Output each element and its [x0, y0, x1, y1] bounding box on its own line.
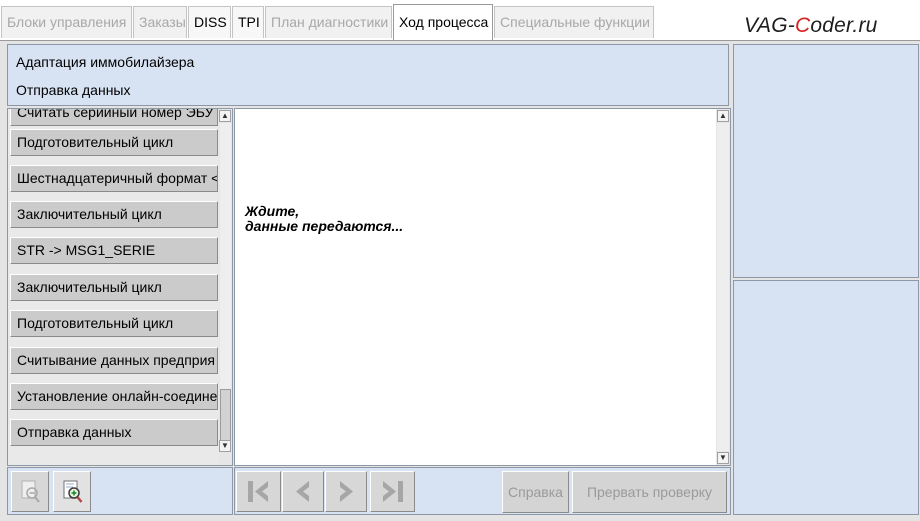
- scroll-up-icon[interactable]: ▲: [717, 110, 729, 122]
- list-item[interactable]: STR -> MSG1_SERIE: [10, 237, 218, 264]
- next-icon: [340, 481, 353, 502]
- scroll-down-icon[interactable]: ▼: [717, 452, 729, 464]
- tab-bar: Блоки управления Заказы DISS TPI План ди…: [0, 0, 920, 42]
- zoom-out-icon: [21, 480, 40, 503]
- current-step-title: Отправка данных: [16, 82, 131, 98]
- message-line-2: данные передаются...: [245, 218, 404, 234]
- list-item[interactable]: Шестнадцатеричный формат <: [10, 165, 218, 192]
- list-item[interactable]: Заключительный цикл: [10, 274, 218, 301]
- next-step-button[interactable]: [325, 471, 367, 512]
- zoom-in-icon: [63, 480, 83, 503]
- zoom-in-button[interactable]: [53, 471, 91, 512]
- function-title: Адаптация иммобилайзера: [16, 54, 195, 70]
- tab-orders[interactable]: Заказы: [133, 6, 187, 38]
- scroll-thumb[interactable]: [220, 389, 231, 447]
- status-message: Ждите, данные передаются...: [245, 204, 403, 234]
- process-header: Адаптация иммобилайзера Отправка данных: [7, 44, 729, 106]
- prev-icon: [296, 481, 309, 502]
- right-info-pane-top: [733, 44, 919, 278]
- skip-last-icon: [383, 481, 403, 502]
- skip-first-icon: [248, 481, 268, 502]
- message-scrollbar[interactable]: ▲ ▼: [716, 109, 730, 465]
- message-line-1: Ждите,: [245, 203, 300, 219]
- list-item[interactable]: Отправка данных: [10, 419, 218, 446]
- tab-control-units[interactable]: Блоки управления: [1, 6, 132, 38]
- tab-tpi[interactable]: TPI: [232, 6, 264, 38]
- scroll-down-icon[interactable]: ▼: [219, 440, 231, 452]
- message-pane: Ждите, данные передаются... ▲ ▼: [234, 108, 731, 466]
- list-item[interactable]: Подготовительный цикл: [10, 129, 218, 156]
- right-info-pane-bottom: [733, 280, 919, 515]
- zoom-out-button[interactable]: [11, 471, 49, 512]
- list-item[interactable]: Считывание данных предприя: [10, 347, 218, 374]
- tab-process[interactable]: Ход процесса: [393, 4, 493, 40]
- list-item[interactable]: Считать серийный номер ЭБУ д: [10, 109, 218, 126]
- list-item[interactable]: Заключительный цикл: [10, 201, 218, 228]
- watermark-logo: VAG-Coder.ru: [744, 14, 878, 37]
- previous-step-button[interactable]: [282, 471, 324, 512]
- first-step-button[interactable]: [236, 471, 281, 512]
- tab-special-functions[interactable]: Специальные функции: [494, 6, 654, 38]
- zoom-toolbar: [7, 467, 233, 515]
- step-list[interactable]: Считать серийный номер ЭБУ д Подготовите…: [7, 108, 233, 466]
- list-item[interactable]: Установление онлайн-соедине: [10, 383, 218, 410]
- step-list-scrollbar[interactable]: ▲ ▼: [219, 109, 232, 465]
- tab-diss[interactable]: DISS: [188, 6, 231, 38]
- help-button[interactable]: Справка: [502, 471, 569, 513]
- scroll-track[interactable]: [717, 123, 729, 451]
- last-step-button[interactable]: [370, 471, 415, 512]
- scroll-up-icon[interactable]: ▲: [219, 110, 231, 122]
- navigation-toolbar: Справка Прервать проверку: [234, 467, 731, 515]
- abort-test-button[interactable]: Прервать проверку: [572, 471, 727, 513]
- list-item[interactable]: Подготовительный цикл: [10, 310, 218, 337]
- tab-diagnostic-plan[interactable]: План диагностики: [265, 6, 392, 38]
